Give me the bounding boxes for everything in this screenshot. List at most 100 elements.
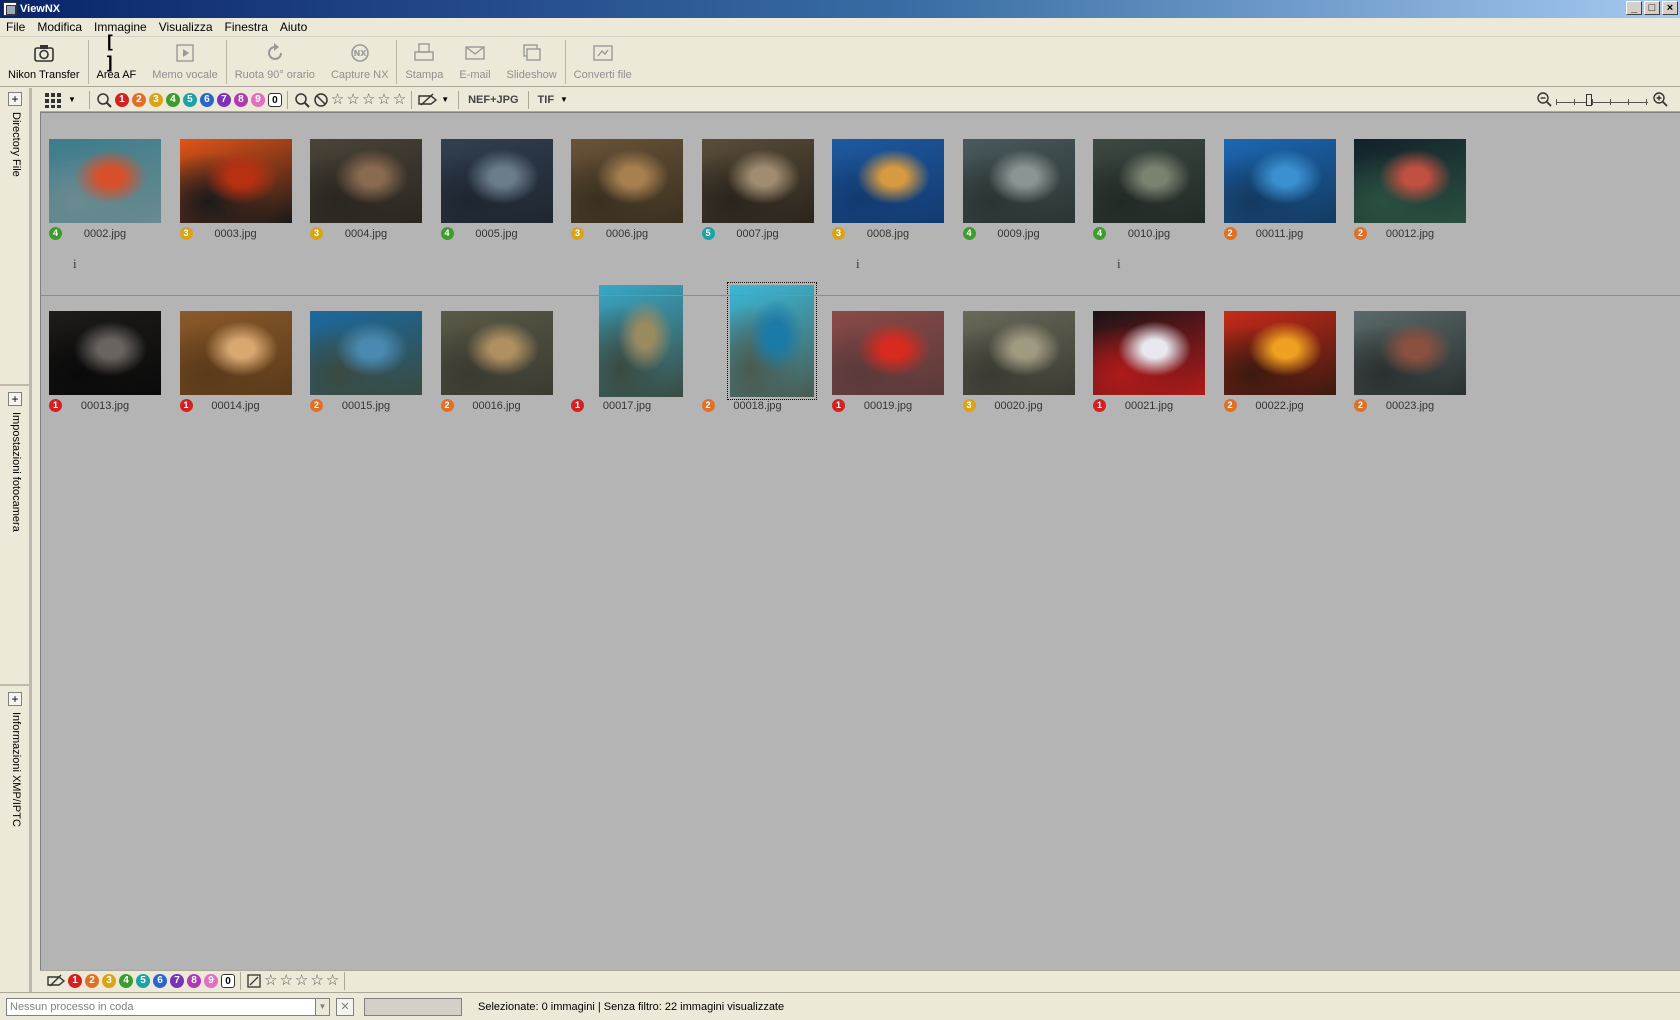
thumbnail-item[interactable]: 4 0009.jpg [962,113,1103,283]
minimize-button[interactable]: _ [1626,1,1642,15]
no-rating-icon[interactable] [313,92,329,108]
expand-icon[interactable]: + [8,392,22,406]
thumbnail-item[interactable]: 3 0003.jpg [179,113,320,283]
thumbnail-image[interactable] [440,311,553,395]
label-1-button[interactable]: 1 [68,973,82,988]
capture-nx-button[interactable]: NX Capture NX [323,37,396,87]
thumbnail-item[interactable]: 1 00013.jpg [49,285,189,455]
zoom-slider[interactable] [1556,91,1648,107]
thumbnail-item[interactable]: 1 00021.jpg [1093,285,1233,455]
side-divider[interactable] [0,384,32,386]
thumbnail-item[interactable]: 1 00017.jpg [571,285,711,455]
label-0-button[interactable]: 0 [221,973,235,988]
thumbnail-image[interactable] [1223,311,1336,395]
thumbnail-image[interactable] [832,311,944,395]
label-7-button[interactable]: 7 [170,973,184,988]
side-tab-camera-settings[interactable]: + Impostazioni fotocamera [4,392,28,532]
label-tag-icon[interactable] [46,973,66,989]
menu-modifica[interactable]: Modifica [31,20,88,34]
thumbnail-item[interactable]: 3 0008.jpg i [832,113,972,283]
thumbnail-item[interactable]: 4 0005.jpg [440,113,581,283]
thumbnail-image[interactable] [962,311,1075,395]
area-af-button[interactable]: [ ] Area AF [89,32,145,87]
close-button[interactable]: × [1662,1,1678,15]
chevron-down-icon[interactable]: ▼ [68,95,76,104]
thumbnail-item[interactable]: 4 0010.jpg i [1093,113,1233,283]
convert-file-button[interactable]: Converti file [566,37,640,87]
side-tab-xmp-iptc[interactable]: + Informazioni XMP/IPTC [4,692,28,827]
expand-icon[interactable]: + [8,92,22,106]
thumbnail-item[interactable]: 1 00019.jpg [832,285,972,455]
expand-icon[interactable]: + [8,692,22,706]
rating-filter-icon[interactable] [293,91,311,109]
star-icon[interactable]: ☆ [264,972,277,989]
star-icon[interactable]: ☆ [310,972,323,989]
label-tag-icon[interactable] [417,92,439,108]
thumbnail-image[interactable] [962,139,1075,223]
star-icon[interactable]: ☆ [295,972,308,989]
thumbnail-image[interactable] [1093,311,1205,395]
thumbnail-item[interactable]: 3 0004.jpg [310,113,450,283]
star-icon[interactable]: ☆ [362,91,375,108]
thumbnail-item[interactable]: 2 00011.jpg [1223,113,1364,283]
email-button[interactable]: E-mail [451,37,498,87]
label-2-button[interactable]: 2 [131,92,146,107]
menu-visualizza[interactable]: Visualizza [153,20,219,34]
side-divider[interactable] [0,684,32,686]
print-button[interactable]: Stampa [397,37,451,87]
thumbnail-item[interactable]: 3 00020.jpg [962,285,1103,455]
memo-vocale-button[interactable]: Memo vocale [144,37,225,87]
thumbnail-item[interactable]: 3 0006.jpg [571,113,711,283]
star-icon[interactable]: ☆ [393,91,406,108]
label-4-button[interactable]: 4 [165,92,180,107]
label-filter-icon[interactable] [95,91,113,109]
thumbnail-item[interactable]: 2 00022.jpg [1223,285,1364,455]
process-queue-select[interactable]: Nessun processo in coda ▼ [6,997,330,1016]
thumbnail-image[interactable] [571,139,683,223]
thumbnail-image[interactable] [49,311,161,395]
label-8-button[interactable]: 8 [187,973,201,988]
star-icon[interactable]: ☆ [377,91,390,108]
nikon-transfer-button[interactable]: Nikon Transfer [0,37,88,87]
label-6-button[interactable]: 6 [199,92,214,107]
label-7-button[interactable]: 7 [216,92,231,107]
thumbnail-item[interactable]: 2 00015.jpg [310,285,450,455]
chevron-down-icon[interactable]: ▼ [441,95,449,104]
label-8-button[interactable]: 8 [233,92,248,107]
thumbnail-image[interactable] [599,285,683,397]
zoom-slider-thumb[interactable] [1586,94,1592,106]
thumbnail-image[interactable] [1223,139,1336,223]
thumbnail-item[interactable]: 4 0002.jpg i [49,113,189,283]
label-9-button[interactable]: 9 [250,92,265,107]
side-tab-directory[interactable]: + Directory File [4,92,28,177]
menu-finestra[interactable]: Finestra [219,20,274,34]
maximize-button[interactable]: □ [1644,1,1660,15]
thumbnail-image[interactable] [726,282,817,400]
thumbnail-image[interactable] [49,139,161,223]
label-2-button[interactable]: 2 [85,973,99,988]
thumbnail-image[interactable] [1354,311,1466,395]
label-5-button[interactable]: 5 [182,92,197,107]
star-icon[interactable]: ☆ [279,972,292,989]
thumbnail-image[interactable] [1093,139,1205,223]
thumbnail-item[interactable]: 2 00012.jpg [1354,113,1494,283]
label-9-button[interactable]: 9 [204,973,218,988]
label-3-button[interactable]: 3 [102,973,116,988]
label-5-button[interactable]: 5 [136,973,150,988]
thumbnail-image[interactable] [179,139,292,223]
thumbnail-image[interactable] [701,139,814,223]
label-4-button[interactable]: 4 [119,973,133,988]
star-icon[interactable]: ☆ [326,972,339,989]
chevron-down-icon[interactable]: ▼ [315,998,329,1015]
zoom-out-icon[interactable] [1536,91,1552,107]
info-icon[interactable]: i [1117,256,1121,272]
thumbnail-image[interactable] [179,311,292,395]
menu-aiuto[interactable]: Aiuto [274,20,313,34]
thumbnail-image[interactable] [310,311,422,395]
thumbnail-image[interactable] [1354,139,1466,223]
star-icon[interactable]: ☆ [346,91,359,108]
slideshow-button[interactable]: Slideshow [499,37,565,87]
zoom-in-icon[interactable] [1652,91,1668,107]
thumbnail-item[interactable]: 2 00018.jpg [701,282,842,455]
format-filter-tif[interactable]: TIF [534,94,559,106]
